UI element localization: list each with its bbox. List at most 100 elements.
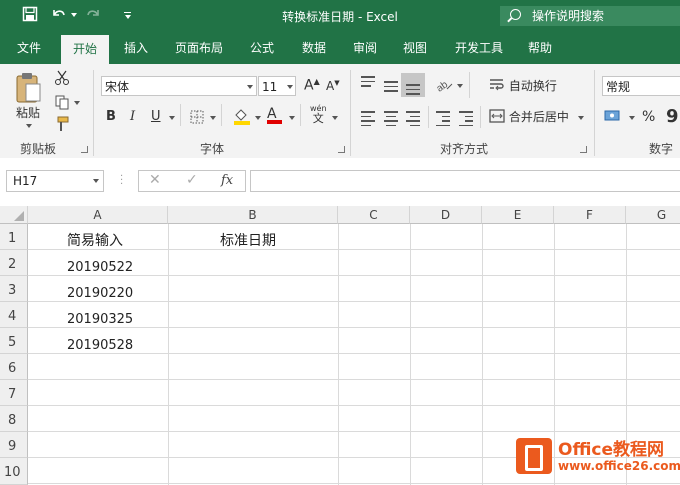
column-header-g[interactable]: G (626, 206, 680, 224)
font-name-select[interactable]: 宋体 (101, 76, 257, 96)
column-header-a[interactable]: A (28, 206, 168, 224)
tab-page-layout[interactable]: 页面布局 (166, 32, 232, 64)
tab-view[interactable]: 视图 (393, 32, 437, 64)
divider (480, 106, 481, 128)
tab-developer[interactable]: 开发工具 (446, 32, 512, 64)
accounting-dropdown-icon[interactable] (629, 116, 635, 120)
cut-icon[interactable] (54, 70, 70, 89)
gridline (28, 431, 680, 432)
divider (469, 72, 470, 98)
bold-button[interactable]: B (106, 109, 116, 124)
tell-me-placeholder: 操作说明搜索 (532, 9, 605, 23)
column-header-e[interactable]: E (482, 206, 554, 224)
cell-a1[interactable]: 简易输入 (67, 228, 123, 254)
chevron-down-icon (93, 179, 99, 183)
cell-a4[interactable]: 20190325 (67, 307, 133, 333)
column-header-b[interactable]: B (168, 206, 338, 224)
gridline (338, 224, 339, 485)
fill-color-dropdown-icon[interactable] (255, 116, 261, 120)
cell-a2[interactable]: 20190522 (67, 255, 133, 281)
row-header-6[interactable]: 6 (0, 354, 28, 380)
font-name-value: 宋体 (105, 80, 130, 94)
font-color-dropdown-icon[interactable] (289, 116, 295, 120)
confirm-icon[interactable]: ✓ (186, 172, 198, 188)
percent-style-button[interactable]: % (642, 109, 655, 125)
shrink-font-button[interactable]: A▼ (326, 79, 340, 93)
cell-b1[interactable]: 标准日期 (220, 228, 276, 254)
format-painter-icon[interactable] (54, 116, 70, 135)
wrap-text-button[interactable]: 自动换行 (489, 77, 557, 94)
phonetic-guide-button[interactable]: wén 文 (310, 104, 327, 125)
paste-label[interactable]: 粘贴 (16, 104, 40, 121)
number-format-select[interactable]: 常规 (602, 76, 680, 96)
name-box[interactable]: H17 (6, 170, 104, 192)
tab-help[interactable]: 帮助 (518, 32, 562, 64)
align-center-icon[interactable] (384, 111, 398, 129)
italic-button[interactable]: I (130, 109, 135, 124)
select-all-corner[interactable] (0, 206, 28, 224)
borders-dropdown-icon[interactable] (210, 116, 216, 120)
font-launcher-icon[interactable] (338, 146, 345, 153)
increase-indent-icon[interactable] (459, 111, 473, 129)
grow-font-button[interactable]: A▲ (304, 77, 320, 94)
tab-formulas[interactable]: 公式 (240, 32, 284, 64)
tab-file[interactable]: 文件 (6, 32, 52, 64)
row-header-3[interactable]: 3 (0, 276, 28, 302)
splitter-handle[interactable]: · · · (120, 172, 123, 190)
gridline (28, 379, 680, 380)
cell-a5[interactable]: 20190528 (67, 333, 133, 359)
align-right-icon[interactable] (406, 111, 420, 129)
copy-dropdown-icon[interactable] (74, 101, 80, 105)
orientation-dropdown-icon[interactable] (457, 84, 463, 88)
row-header-1[interactable]: 1 (0, 224, 28, 250)
underline-button[interactable]: U (151, 109, 161, 124)
font-size-select[interactable]: 11 (258, 76, 296, 96)
font-color-button[interactable]: A (267, 106, 282, 124)
underline-dropdown-icon[interactable] (169, 116, 175, 120)
cancel-icon[interactable]: ✕ (149, 172, 161, 188)
orientation-icon[interactable]: ab (435, 76, 454, 95)
column-header-f[interactable]: F (554, 206, 626, 224)
column-header-c[interactable]: C (338, 206, 410, 224)
title-bar: 转换标准日期 - Excel 操作说明搜索 (0, 0, 680, 32)
paste-button[interactable] (14, 72, 44, 107)
bottom-align-button[interactable] (401, 73, 425, 97)
row-header-4[interactable]: 4 (0, 302, 28, 328)
comma-style-button[interactable]: 9 (666, 106, 679, 127)
borders-icon[interactable] (190, 110, 204, 127)
top-align-icon[interactable] (361, 76, 375, 90)
tab-insert[interactable]: 插入 (114, 32, 158, 64)
formula-input[interactable] (250, 170, 680, 192)
shrink-font-icon: A (326, 79, 335, 93)
divider (300, 104, 301, 126)
row-header-5[interactable]: 5 (0, 328, 28, 354)
tab-data[interactable]: 数据 (292, 32, 336, 64)
font-color-icon: A (267, 106, 277, 122)
row-header-10[interactable]: 10 (0, 458, 28, 485)
row-header-2[interactable]: 2 (0, 250, 28, 276)
insert-function-icon[interactable]: fx (221, 173, 233, 188)
cell-a3[interactable]: 20190220 (67, 281, 133, 307)
row-header-7[interactable]: 7 (0, 380, 28, 406)
clipboard-group-label: 剪贴板 (20, 142, 57, 156)
phonetic-dropdown-icon[interactable] (332, 116, 338, 120)
row-header-8[interactable]: 8 (0, 406, 28, 432)
paste-dropdown-icon[interactable] (26, 124, 32, 128)
row-header-9[interactable]: 9 (0, 432, 28, 458)
middle-align-icon[interactable] (384, 81, 398, 95)
clipboard-launcher-icon[interactable] (81, 146, 88, 153)
copy-icon[interactable] (54, 94, 70, 113)
decrease-indent-icon[interactable] (436, 111, 450, 129)
divider (428, 106, 429, 128)
alignment-group-label: 对齐方式 (440, 142, 489, 156)
tell-me-search[interactable]: 操作说明搜索 (500, 6, 680, 26)
column-header-d[interactable]: D (410, 206, 482, 224)
alignment-launcher-icon[interactable] (580, 146, 587, 153)
merge-dropdown-icon[interactable] (578, 116, 584, 120)
tab-review[interactable]: 审阅 (343, 32, 387, 64)
align-left-icon[interactable] (361, 111, 375, 129)
accounting-format-icon[interactable] (604, 108, 622, 127)
tab-home[interactable]: 开始 (61, 35, 109, 64)
merge-center-button[interactable]: 合并后居中 (489, 108, 569, 125)
fill-color-icon[interactable] (233, 107, 251, 128)
